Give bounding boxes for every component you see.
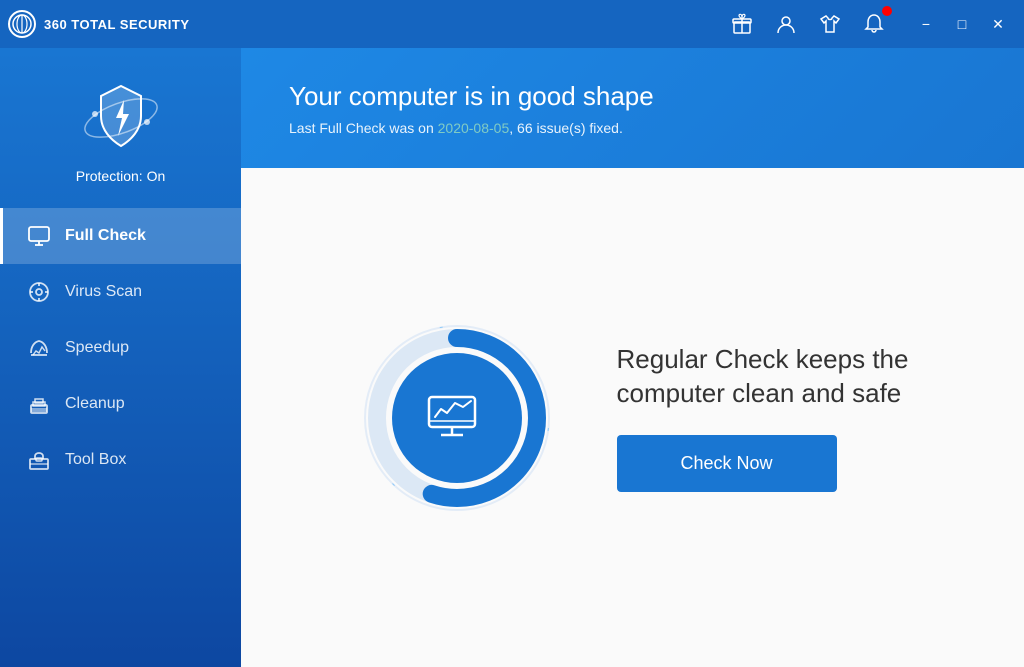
user-icon-btn[interactable] bbox=[772, 10, 800, 38]
sidebar-item-cleanup[interactable]: Cleanup bbox=[0, 376, 241, 432]
title-bar-left: 360 TOTAL SECURITY bbox=[8, 10, 190, 38]
nav-virus-scan-label: Virus Scan bbox=[65, 283, 142, 301]
toolbox-icon bbox=[27, 448, 51, 472]
sidebar-item-full-check[interactable]: Full Check bbox=[0, 208, 241, 264]
header-banner: Your computer is in good shape Last Full… bbox=[241, 48, 1024, 168]
nav-toolbox-label: Tool Box bbox=[65, 451, 126, 469]
tshirt-icon-btn[interactable] bbox=[816, 10, 844, 38]
monitor-icon bbox=[27, 224, 51, 248]
donut-inner-circle bbox=[392, 353, 522, 483]
right-content: Regular Check keeps the computer clean a… bbox=[617, 343, 909, 492]
header-subtitle: Last Full Check was on 2020-08-05, 66 is… bbox=[289, 120, 976, 136]
check-tagline: Regular Check keeps the computer clean a… bbox=[617, 343, 909, 411]
sidebar: Protection: On Full Check bbox=[0, 48, 241, 667]
shield-icon bbox=[81, 78, 161, 158]
sidebar-logo: Protection: On bbox=[0, 48, 241, 208]
notification-badge bbox=[882, 6, 892, 16]
virus-scan-icon bbox=[27, 280, 51, 304]
window-controls: − □ ✕ bbox=[912, 10, 1012, 38]
sidebar-item-toolbox[interactable]: Tool Box bbox=[0, 432, 241, 488]
tagline-line2: computer clean and safe bbox=[617, 378, 902, 408]
gift-icon-btn[interactable] bbox=[728, 10, 756, 38]
nav-cleanup-label: Cleanup bbox=[65, 395, 125, 413]
app-logo-icon bbox=[8, 10, 36, 38]
subtitle-prefix: Last Full Check was on bbox=[289, 120, 438, 136]
speedup-icon bbox=[27, 336, 51, 360]
sidebar-item-speedup[interactable]: Speedup bbox=[0, 320, 241, 376]
tagline-line1: Regular Check keeps the bbox=[617, 344, 909, 374]
content-area: Your computer is in good shape Last Full… bbox=[241, 48, 1024, 667]
protection-status: Protection: On bbox=[76, 168, 166, 184]
title-bar-right: − □ ✕ bbox=[728, 10, 1012, 38]
subtitle-suffix: , 66 issue(s) fixed. bbox=[509, 120, 623, 136]
maximize-button[interactable]: □ bbox=[948, 10, 976, 38]
minimize-button[interactable]: − bbox=[912, 10, 940, 38]
main-content: Regular Check keeps the computer clean a… bbox=[241, 168, 1024, 667]
last-check-date: 2020-08-05 bbox=[438, 120, 510, 136]
header-title: Your computer is in good shape bbox=[289, 81, 976, 112]
nav-speedup-label: Speedup bbox=[65, 339, 129, 357]
app-title: 360 TOTAL SECURITY bbox=[44, 17, 190, 32]
donut-chart bbox=[357, 318, 557, 518]
sidebar-item-virus-scan[interactable]: Virus Scan bbox=[0, 264, 241, 320]
main-container: Protection: On Full Check bbox=[0, 48, 1024, 667]
nav-full-check-label: Full Check bbox=[65, 227, 146, 245]
title-bar: 360 TOTAL SECURITY bbox=[0, 0, 1024, 48]
close-button[interactable]: ✕ bbox=[984, 10, 1012, 38]
notification-icon-btn[interactable] bbox=[860, 10, 888, 38]
check-now-button[interactable]: Check Now bbox=[617, 435, 837, 492]
cleanup-icon bbox=[27, 392, 51, 416]
